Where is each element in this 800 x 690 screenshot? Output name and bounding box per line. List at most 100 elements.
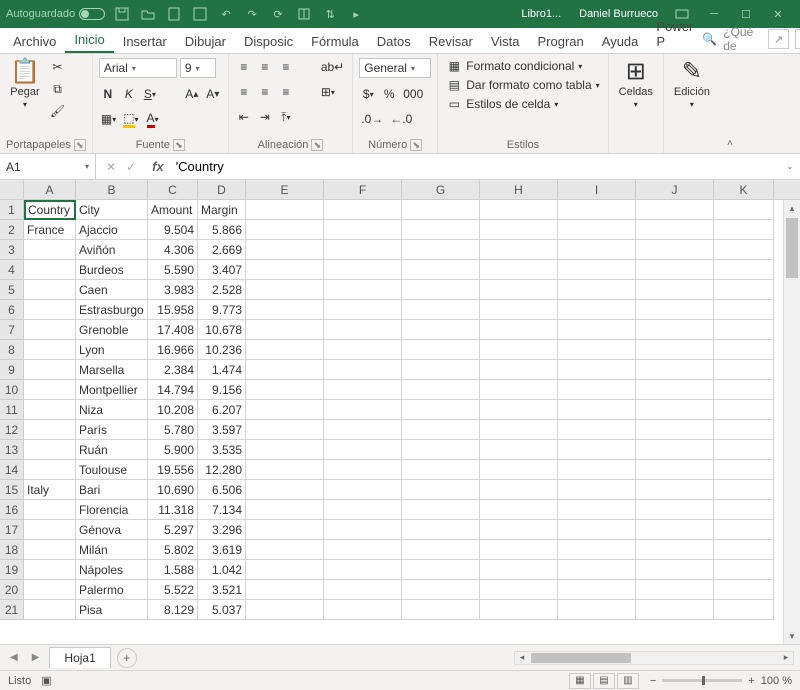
cell[interactable]	[324, 240, 402, 260]
cell[interactable]	[636, 540, 714, 560]
cell[interactable]	[324, 280, 402, 300]
cell[interactable]: Grenoble	[76, 320, 148, 340]
cell[interactable]	[402, 480, 480, 500]
col-header-J[interactable]: J	[636, 180, 714, 199]
row-header[interactable]: 8	[0, 340, 24, 360]
refresh-icon[interactable]: ⟳	[269, 5, 287, 23]
cell[interactable]	[714, 420, 774, 440]
cell[interactable]	[324, 200, 402, 220]
redo-icon[interactable]: ↷	[243, 5, 261, 23]
cell[interactable]: Bari	[76, 480, 148, 500]
align-right-icon[interactable]: ≡	[277, 83, 295, 101]
cell[interactable]	[402, 420, 480, 440]
cell[interactable]	[636, 520, 714, 540]
cell[interactable]	[246, 360, 324, 380]
collapse-ribbon-icon[interactable]: ˄	[727, 138, 733, 149]
cell[interactable]	[714, 460, 774, 480]
tab-progran[interactable]: Progran	[529, 30, 593, 53]
alignment-launcher[interactable]: ⬊	[311, 139, 323, 151]
cell[interactable]	[558, 520, 636, 540]
cell[interactable]	[246, 380, 324, 400]
cell[interactable]: 5.037	[198, 600, 246, 620]
more-icon[interactable]: ▸	[347, 5, 365, 23]
cell[interactable]	[558, 420, 636, 440]
editing-button[interactable]: ✎Edición▾	[670, 58, 714, 111]
cell[interactable]	[402, 360, 480, 380]
cell[interactable]: 3.597	[198, 420, 246, 440]
cell[interactable]: City	[76, 200, 148, 220]
cell[interactable]	[24, 500, 76, 520]
cell[interactable]	[714, 580, 774, 600]
cell[interactable]: Italy	[24, 480, 76, 500]
name-box[interactable]: A1▾	[0, 154, 96, 179]
cell[interactable]: 5.297	[148, 520, 198, 540]
pivot-icon[interactable]	[295, 5, 313, 23]
tab-power p[interactable]: Power P	[647, 15, 702, 53]
align-top-icon[interactable]: ≡	[235, 58, 253, 76]
cell[interactable]	[558, 480, 636, 500]
cell[interactable]	[636, 340, 714, 360]
cell[interactable]	[24, 440, 76, 460]
cell[interactable]	[558, 400, 636, 420]
cell[interactable]	[558, 340, 636, 360]
cell[interactable]	[480, 520, 558, 540]
cell[interactable]	[636, 460, 714, 480]
cell[interactable]	[636, 220, 714, 240]
cell[interactable]	[558, 600, 636, 620]
tab-archivo[interactable]: Archivo	[4, 30, 65, 53]
tab-ayuda[interactable]: Ayuda	[593, 30, 648, 53]
cell[interactable]	[246, 420, 324, 440]
cell[interactable]	[246, 300, 324, 320]
cell[interactable]: 10.236	[198, 340, 246, 360]
cell[interactable]: 1.042	[198, 560, 246, 580]
horizontal-scrollbar[interactable]: ◂ ▸	[514, 651, 794, 665]
clipboard-launcher[interactable]: ⬊	[74, 139, 86, 151]
decrease-decimal-icon[interactable]: ←.0	[388, 110, 414, 128]
col-header-A[interactable]: A	[24, 180, 76, 199]
cell[interactable]	[246, 540, 324, 560]
bold-button[interactable]: N	[99, 85, 117, 103]
macro-record-icon[interactable]: ▣	[41, 674, 51, 687]
accounting-format-icon[interactable]: $▾	[359, 85, 377, 103]
paste-button[interactable]: 📋 Pegar ▾	[6, 58, 44, 111]
enter-formula-icon[interactable]: ✓	[126, 160, 136, 174]
cell[interactable]: 17.408	[148, 320, 198, 340]
cell[interactable]: 9.773	[198, 300, 246, 320]
cell[interactable]: 2.669	[198, 240, 246, 260]
cell[interactable]	[480, 600, 558, 620]
save2-icon[interactable]	[191, 5, 209, 23]
merge-button[interactable]: ⊞▾	[319, 83, 337, 101]
cell[interactable]	[636, 260, 714, 280]
cell[interactable]: Toulouse	[76, 460, 148, 480]
cell[interactable]	[246, 560, 324, 580]
cancel-formula-icon[interactable]: ✕	[106, 160, 116, 174]
cell[interactable]: 2.528	[198, 280, 246, 300]
cell[interactable]: Amount	[148, 200, 198, 220]
cell[interactable]	[402, 460, 480, 480]
cell[interactable]	[480, 540, 558, 560]
cell[interactable]	[324, 320, 402, 340]
cell[interactable]	[402, 380, 480, 400]
cell[interactable]	[714, 600, 774, 620]
borders-button[interactable]: ▦▾	[99, 110, 118, 128]
cell[interactable]: 5.590	[148, 260, 198, 280]
cell[interactable]: 14.794	[148, 380, 198, 400]
cell[interactable]: Montpellier	[76, 380, 148, 400]
cell[interactable]	[324, 420, 402, 440]
cell[interactable]	[24, 320, 76, 340]
cell[interactable]: Ruán	[76, 440, 148, 460]
row-header[interactable]: 2	[0, 220, 24, 240]
cells-button[interactable]: ⊞Celdas▾	[615, 58, 657, 111]
cell[interactable]	[246, 340, 324, 360]
cell[interactable]	[324, 340, 402, 360]
close-icon[interactable]: ✕	[762, 4, 794, 24]
cell[interactable]: Estrasburgo	[76, 300, 148, 320]
cut-icon[interactable]: ✂	[48, 58, 67, 76]
minimize-icon[interactable]: ─	[698, 4, 730, 24]
cell[interactable]	[402, 540, 480, 560]
row-header[interactable]: 15	[0, 480, 24, 500]
cell[interactable]	[714, 560, 774, 580]
cell[interactable]	[714, 260, 774, 280]
cell[interactable]: Marsella	[76, 360, 148, 380]
cell[interactable]: 3.407	[198, 260, 246, 280]
